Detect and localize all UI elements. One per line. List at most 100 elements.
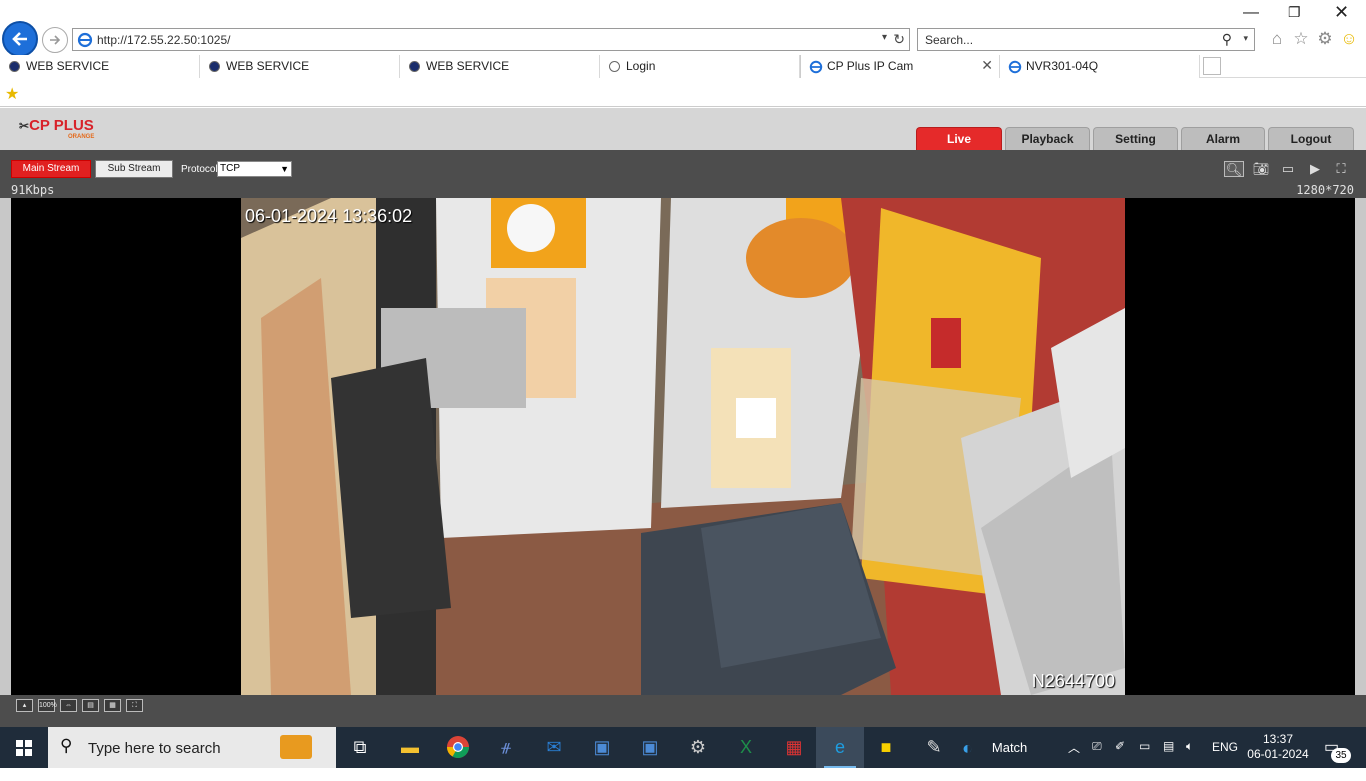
chrome-icon[interactable] <box>434 727 482 768</box>
taskbar-search-box[interactable]: ⚲ Type here to search <box>48 727 336 768</box>
app-icon[interactable]: ᚌ <box>482 727 530 768</box>
browser-tab-strip: WEB SERVICE WEB SERVICE WEB SERVICE Logi… <box>0 55 1366 78</box>
main-stream-button[interactable]: Main Stream <box>11 160 91 178</box>
chevron-down-icon: ▼ <box>280 164 289 174</box>
arrow-left-icon <box>12 32 27 46</box>
browser-search-input[interactable]: Search... ⚲ ▾ <box>917 28 1255 51</box>
original-size-icon[interactable]: 100% <box>38 699 57 712</box>
zoom-icon[interactable]: 🔍︎ <box>1224 161 1244 177</box>
chevron-down-icon[interactable]: ▾ <box>882 32 887 43</box>
layout-4-3-icon[interactable]: ▦ <box>104 699 121 712</box>
logo-subtext: ORANGE <box>68 134 95 140</box>
home-icon[interactable]: ⌂ <box>1267 29 1287 49</box>
ie-icon <box>77 32 93 48</box>
live-toolbar: Main Stream Sub Stream Protocol TCP ▼ 🔍︎… <box>0 150 1366 198</box>
nav-logout[interactable]: Logout <box>1268 127 1354 150</box>
search-placeholder: Search... <box>925 33 974 47</box>
taskbar-search-placeholder: Type here to search <box>88 740 221 757</box>
window-app-icon[interactable]: ▣ <box>578 727 626 768</box>
layout-16-9-icon[interactable]: ▤ <box>82 699 99 712</box>
file-explorer-icon[interactable]: ▬ <box>386 727 434 768</box>
camera-web-page: ✂CP PLUS ORANGE Live Playback Setting Al… <box>0 108 1366 727</box>
search-icon: ⚲ <box>60 736 73 755</box>
browser-tab-active[interactable]: CP Plus IP Cam ✕ <box>800 55 1000 78</box>
back-button[interactable] <box>2 21 38 57</box>
sticky-notes-icon[interactable]: ■ <box>862 727 910 768</box>
record-video-icon[interactable]: ▶ <box>1305 161 1325 177</box>
add-favorite-icon[interactable]: ★ <box>5 84 19 104</box>
nav-setting[interactable]: Setting <box>1093 127 1178 150</box>
volume-icon[interactable]: 🔈︎ <box>1186 739 1193 780</box>
protocol-value: TCP <box>220 163 240 174</box>
minimize-button[interactable]: — <box>1243 4 1259 22</box>
browser-tab[interactable]: WEB SERVICE <box>400 55 600 78</box>
chevron-up-icon[interactable]: ︿ <box>1068 739 1080 780</box>
sub-stream-button[interactable]: Sub Stream <box>95 160 173 178</box>
snapshot-camera-icon[interactable]: 📷︎ <box>1251 161 1271 177</box>
nav-live[interactable]: Live <box>916 127 1002 150</box>
excel-icon[interactable]: X <box>722 727 770 768</box>
close-button[interactable]: ✕ <box>1334 2 1349 23</box>
meet-icon[interactable]: ⎚ <box>1092 739 1102 780</box>
tab-label: NVR301-04Q <box>1026 59 1099 73</box>
pen-icon[interactable]: ✐ <box>1115 739 1125 780</box>
clock-date: 06-01-2024 <box>1247 747 1309 761</box>
browser-tab[interactable]: WEB SERVICE <box>200 55 400 78</box>
fullscreen-icon[interactable]: ⛶ <box>126 699 143 712</box>
app-16-icon[interactable]: ▦ <box>770 727 818 768</box>
new-tab-button[interactable] <box>1203 57 1221 75</box>
tab-label: WEB SERVICE <box>26 59 110 73</box>
notification-count-badge: 35 <box>1331 748 1351 763</box>
resolution-readout: 1280*720 <box>1296 183 1354 197</box>
smiley-feedback-icon[interactable]: ☺ <box>1339 29 1359 49</box>
fit-window-icon[interactable]: ⇔ <box>60 699 77 712</box>
protocol-select[interactable]: TCP ▼ <box>217 161 292 177</box>
briefcase-icon <box>280 735 312 759</box>
ie-icon <box>1008 60 1022 74</box>
forward-button[interactable] <box>42 27 68 53</box>
favorites-star-icon[interactable]: ☆ <box>1291 29 1311 49</box>
nav-alarm[interactable]: Alarm <box>1181 127 1265 150</box>
browser-chrome: http://172.55.22.50:1025/ ▾ ↻ Search... … <box>0 0 1366 57</box>
internet-explorer-icon[interactable]: e <box>816 727 864 768</box>
restore-button[interactable]: ❐ <box>1288 4 1301 21</box>
protocol-label: Protocol <box>181 164 218 175</box>
battery-icon[interactable]: ▭ <box>1139 739 1150 780</box>
close-tab-icon[interactable]: ✕ <box>981 57 993 74</box>
tab-label: WEB SERVICE <box>226 59 310 73</box>
language-indicator[interactable]: ENG <box>1212 740 1238 781</box>
osd-timestamp: 06-01-2024 13:36:02 <box>245 206 413 226</box>
globe-icon <box>209 61 220 72</box>
browser-tab[interactable]: WEB SERVICE <box>0 55 200 78</box>
chevron-down-icon[interactable]: ▾ <box>1243 33 1248 44</box>
paint-icon[interactable]: ✎ <box>910 727 958 768</box>
aspect-ratio-icon[interactable]: ▴ <box>16 699 33 712</box>
video-control-bar: ▴ 100% ⇔ ▤ ▦ ⛶ <box>0 695 1366 727</box>
nav-playback[interactable]: Playback <box>1005 127 1090 150</box>
app-header: ✂CP PLUS ORANGE Live Playback Setting Al… <box>0 108 1366 150</box>
globe-icon <box>9 61 20 72</box>
settings-gear-icon[interactable]: ⚙ <box>674 727 722 768</box>
search-icon[interactable]: ⚲ <box>1222 31 1232 48</box>
ie-icon <box>809 60 823 74</box>
browser-tab[interactable]: Login <box>600 55 800 78</box>
task-view-icon[interactable]: ⧉ <box>336 727 384 768</box>
start-button[interactable] <box>0 727 48 768</box>
outlook-icon[interactable]: ✉ <box>530 727 578 768</box>
refresh-icon[interactable]: ↻ <box>893 31 905 48</box>
address-bar[interactable]: http://172.55.22.50:1025/ ▾ ↻ <box>72 28 910 51</box>
fullscreen-icon[interactable]: ⛶ <box>1331 161 1351 177</box>
arrow-right-icon <box>50 35 61 45</box>
logo-mark-icon: ✂ <box>19 119 30 133</box>
browser-tab[interactable]: NVR301-04Q <box>1000 55 1200 78</box>
window-app-icon-2[interactable]: ▣ <box>626 727 674 768</box>
taskbar-clock[interactable]: 13:37 06-01-2024 <box>1246 732 1310 762</box>
network-icon[interactable]: ▤ <box>1163 739 1174 780</box>
weather-widget[interactable]: ◐ Match <box>962 727 1062 768</box>
gear-icon[interactable]: ⚙ <box>1315 29 1335 49</box>
windows-logo-icon <box>16 740 32 756</box>
bitrate-readout: 91Kbps <box>11 183 55 197</box>
live-video-area[interactable]: 06-01-2024 13:36:02 N2644700 <box>11 198 1355 695</box>
favorites-bar: ★ <box>0 79 1366 107</box>
image-icon[interactable]: ▭ <box>1278 161 1298 177</box>
